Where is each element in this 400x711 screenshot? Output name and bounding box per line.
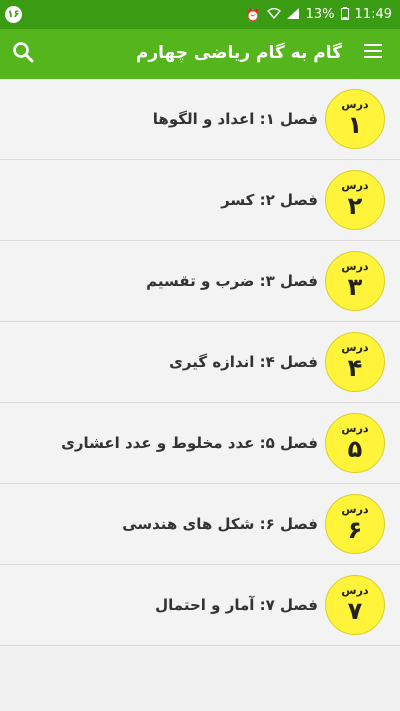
lesson-badge-label: درس bbox=[341, 503, 369, 516]
status-icons: ⏰ 13% 11:49 bbox=[246, 0, 392, 29]
alarm-icon: ⏰ bbox=[245, 7, 261, 22]
clock: 11:49 bbox=[354, 7, 392, 22]
lesson-badge: درس ۳ bbox=[325, 251, 385, 311]
notification-badge: ۱۶ bbox=[5, 6, 22, 23]
lesson-item-6[interactable]: درس ۶ فصل ۶: شکل های هندسی bbox=[0, 484, 400, 565]
lesson-number: ۵ bbox=[347, 435, 363, 463]
menu-button[interactable] bbox=[360, 40, 386, 66]
lesson-number: ۷ bbox=[347, 597, 363, 625]
search-button[interactable] bbox=[10, 39, 38, 67]
lesson-title: فصل ۶: شکل های هندسی bbox=[122, 515, 318, 533]
hamburger-icon bbox=[360, 44, 386, 58]
lesson-badge-label: درس bbox=[341, 179, 369, 192]
battery-icon bbox=[340, 6, 349, 23]
app-bar: گام به گام ریاضی چهارم bbox=[0, 29, 400, 79]
lesson-item-1[interactable]: درس ۱ فصل ۱: اعداد و الگوها bbox=[0, 79, 400, 160]
lesson-badge: درس ۶ bbox=[325, 494, 385, 554]
lesson-number: ۱ bbox=[347, 111, 363, 139]
lesson-item-2[interactable]: درس ۲ فصل ۲: کسر bbox=[0, 160, 400, 241]
lesson-badge: درس ۴ bbox=[325, 332, 385, 392]
lesson-badge: درس ۵ bbox=[325, 413, 385, 473]
lesson-item-3[interactable]: درس ۳ فصل ۳: ضرب و تقسیم bbox=[0, 241, 400, 322]
lesson-badge-label: درس bbox=[341, 260, 369, 273]
lesson-badge-label: درس bbox=[341, 584, 369, 597]
lesson-item-7[interactable]: درس ۷ فصل ۷: آمار و احتمال bbox=[0, 565, 400, 646]
lesson-item-4[interactable]: درس ۴ فصل ۴: اندازه گیری bbox=[0, 322, 400, 403]
lesson-item-5[interactable]: درس ۵ فصل ۵: عدد مخلوط و عدد اعشاری bbox=[0, 403, 400, 484]
lesson-title: فصل ۳: ضرب و تقسیم bbox=[146, 272, 318, 290]
lesson-badge-label: درس bbox=[341, 422, 369, 435]
lesson-badge: درس ۱ bbox=[325, 89, 385, 149]
status-bar: ۱۶ ⏰ 13% 11:49 bbox=[0, 0, 400, 29]
lesson-badge-label: درس bbox=[341, 341, 369, 354]
lesson-number: ۲ bbox=[347, 192, 363, 220]
lesson-list: درس ۱ فصل ۱: اعداد و الگوها درس ۲ فصل ۲:… bbox=[0, 79, 400, 646]
lesson-badge: درس ۲ bbox=[325, 170, 385, 230]
lesson-title: فصل ۱: اعداد و الگوها bbox=[152, 110, 318, 128]
wifi-icon bbox=[266, 7, 281, 22]
signal-icon bbox=[286, 7, 300, 22]
battery-percent: 13% bbox=[305, 7, 335, 22]
app-title: گام به گام ریاضی چهارم bbox=[135, 43, 342, 63]
lesson-number: ۴ bbox=[347, 354, 363, 382]
lesson-title: فصل ۷: آمار و احتمال bbox=[155, 596, 318, 614]
lesson-badge: درس ۷ bbox=[325, 575, 385, 635]
lesson-title: فصل ۴: اندازه گیری bbox=[169, 353, 318, 371]
lesson-number: ۳ bbox=[347, 273, 363, 301]
lesson-title: فصل ۵: عدد مخلوط و عدد اعشاری bbox=[61, 434, 318, 452]
lesson-number: ۶ bbox=[347, 516, 363, 544]
lesson-title: فصل ۲: کسر bbox=[221, 191, 318, 209]
search-icon bbox=[13, 42, 34, 63]
lesson-badge-label: درس bbox=[341, 98, 369, 111]
